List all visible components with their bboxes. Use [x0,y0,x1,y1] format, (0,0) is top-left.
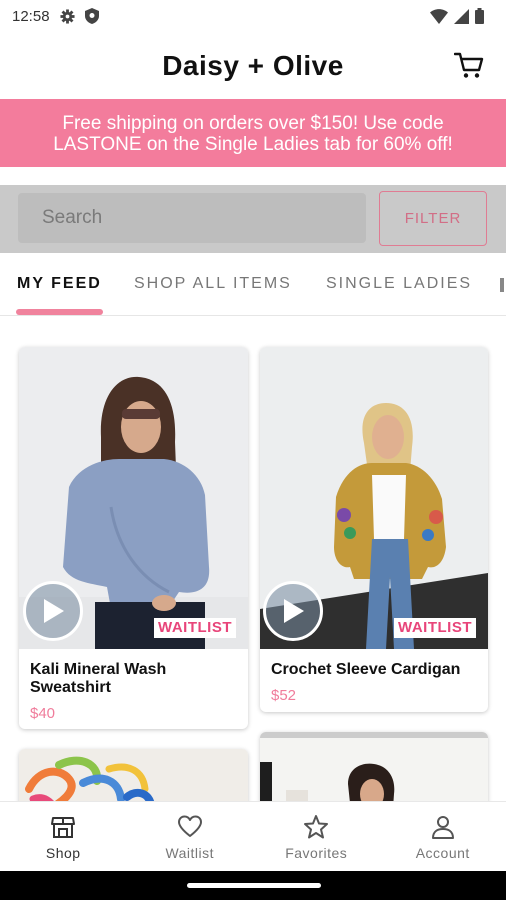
play-video-button[interactable] [23,581,83,641]
waitlist-badge[interactable]: WAITLIST [394,618,476,638]
product-feed[interactable]: WAITLIST Kali Mineral Wash Sweatshirt $4… [0,317,506,801]
shield-icon [84,8,99,24]
product-image[interactable]: WAITLIST [19,347,248,649]
play-icon [284,599,304,623]
status-bar: 12:58 [0,0,506,32]
play-icon [44,599,64,623]
product-name: Crochet Sleeve Cardigan [271,661,460,679]
promo-line-2: LASTONE on the Single Ladies tab for 60%… [53,134,453,155]
product-price: $52 [271,687,297,704]
product-name-line-2: Sweatshirt [30,679,111,696]
nav-favorites[interactable]: Favorites [253,802,380,871]
star-icon [304,815,329,839]
product-name: Kali Mineral Wash Sweatshirt [30,661,166,697]
signal-icon [454,8,469,24]
battery-icon [475,8,484,24]
nav-waitlist[interactable]: Waitlist [127,802,254,871]
category-tabs: MY FEED SHOP ALL ITEMS SINGLE LADIES [0,262,506,316]
product-card[interactable] [260,732,488,801]
product-card[interactable] [19,749,248,801]
nav-shop[interactable]: Shop [0,802,127,871]
tab-single-ladies[interactable]: SINGLE LADIES [326,275,472,293]
nav-account-label: Account [415,845,470,861]
gear-icon [60,8,75,24]
system-gesture-area [0,871,506,900]
wifi-icon [430,8,448,24]
account-icon [431,816,454,839]
tab-active-indicator [16,309,103,315]
cart-icon [453,52,484,78]
tab-shop-all-items[interactable]: SHOP ALL ITEMS [134,275,292,293]
product-image[interactable]: WAITLIST [260,347,488,649]
tab-my-feed[interactable]: MY FEED [17,275,102,293]
nav-account[interactable]: Account [380,802,506,871]
search-input[interactable]: Search [18,193,366,243]
status-time: 12:58 [12,7,50,25]
product-name-line-1: Crochet Sleeve Cardigan [271,661,461,678]
search-strip: Search FILTER [0,185,506,253]
play-video-button[interactable] [263,581,323,641]
cart-button[interactable] [453,50,484,80]
product-image[interactable] [19,749,248,801]
nav-waitlist-label: Waitlist [165,845,215,861]
app-header: Daisy + Olive [0,32,506,99]
tab-overflow[interactable] [500,275,506,295]
product-card[interactable]: WAITLIST Crochet Sleeve Cardigan $52 [260,347,488,712]
bottom-nav: Shop Waitlist Favorites Account [0,801,506,871]
promo-banner[interactable]: Free shipping on orders over $150! Use c… [0,99,506,167]
nav-shop-label: Shop [45,845,81,861]
home-gesture-bar[interactable] [187,883,321,888]
app-title: Daisy + Olive [162,49,344,81]
product-card[interactable]: WAITLIST Kali Mineral Wash Sweatshirt $4… [19,347,248,729]
promo-line-1: Free shipping on orders over $150! Use c… [62,113,444,134]
nav-favorites-label: Favorites [285,845,348,861]
product-name-line-1: Kali Mineral Wash [30,661,167,678]
filter-button[interactable]: FILTER [379,191,487,246]
waitlist-badge[interactable]: WAITLIST [154,618,236,638]
heart-icon [177,815,202,837]
product-price: $40 [30,705,56,722]
product-image[interactable] [260,732,488,801]
shop-icon [51,817,76,838]
